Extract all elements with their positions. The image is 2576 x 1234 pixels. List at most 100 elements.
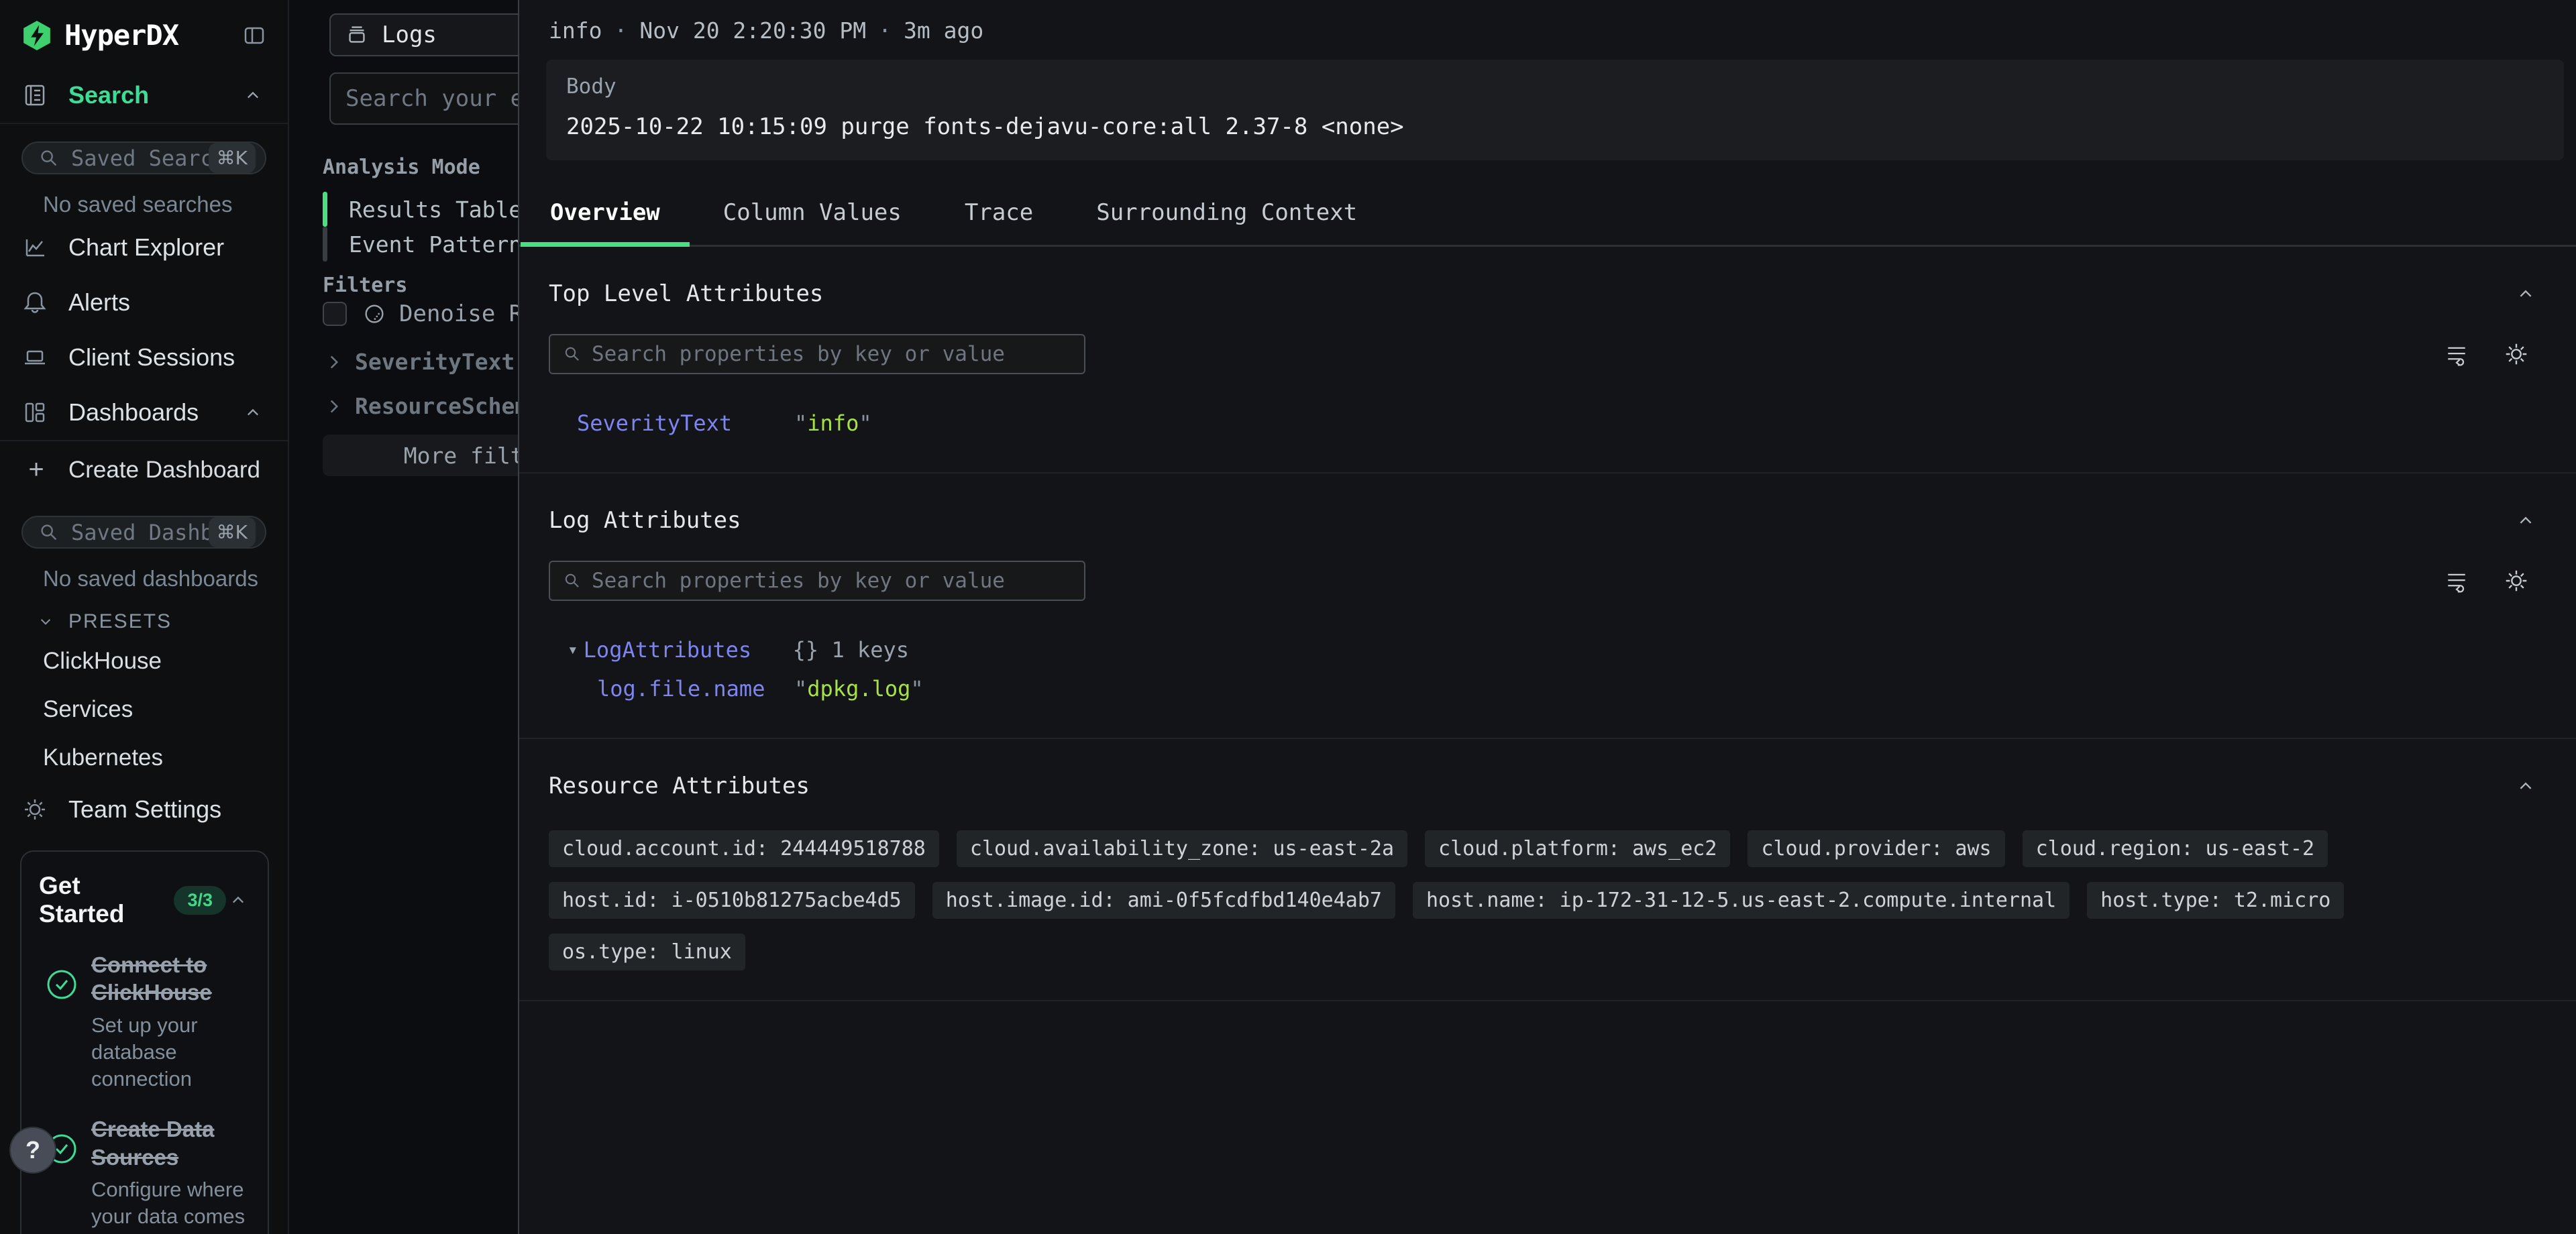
sidebar-item-client-sessions[interactable]: Client Sessions [0,330,288,385]
sidebar-item-search[interactable]: Search [0,68,288,123]
mode-event-patterns[interactable]: Event Patterns [323,227,518,262]
preset-item[interactable]: Kubernetes [0,734,288,782]
event-timestamp: Nov 20 2:20:30 PM [639,17,866,44]
chevron-right-icon [323,395,345,418]
get-started-item[interactable]: Connect to ClickHouse Set up your databa… [39,951,250,1092]
search-icon [38,521,60,544]
sidebar-item-label: Search [68,81,149,109]
mode-label: Event Patterns [349,231,518,258]
chevron-up-icon[interactable] [241,83,265,107]
wrap-lines-icon[interactable] [2443,567,2470,594]
get-started-item-subtitle: Set up your database connection [91,1012,250,1093]
saved-dashboards-placeholder: Saved Dashboards [71,520,209,545]
resource-attribute-chip[interactable]: os.type: linux [549,934,745,970]
body-label: Body [566,74,2544,99]
get-started-item-subtitle: Configure where your data comes from [91,1176,250,1234]
body-card: Body 2025-10-22 10:15:09 purge fonts-dej… [546,60,2564,160]
resource-attribute-chip[interactable]: cloud.platform: aws_ec2 [1425,830,1730,867]
sidebar-item-chart-explorer[interactable]: Chart Explorer [0,220,288,275]
braces-icon: {} [793,637,819,663]
resource-attribute-chip[interactable]: host.image.id: ami-0f5fcdfbd140e4ab7 [932,882,1395,919]
property-search-input[interactable]: Search properties by key or value [549,334,1085,374]
get-started-card: Get Started 3/3 Connect to ClickHouse Se… [20,850,269,1234]
chevron-down-icon [35,611,56,632]
get-started-progress-badge: 3/3 [174,886,226,915]
chevron-up-icon[interactable] [2513,773,2538,799]
filter-group-label: SeverityText [355,349,515,375]
tab-column-values[interactable]: Column Values [694,188,931,247]
attribute-key[interactable]: LogAttributes [584,637,793,663]
presets-list: ClickHouseServicesKubernetes [0,637,288,782]
wrap-lines-icon[interactable] [2443,341,2470,368]
attribute-value[interactable]: info [807,410,859,436]
detail-tabs: Overview Column Values Trace Surrounding… [519,188,2576,247]
preset-item[interactable]: Services [0,685,288,734]
more-filters-button[interactable]: More filters [323,435,518,476]
preset-item[interactable]: ClickHouse [0,637,288,685]
sidebar-item-label: Alerts [68,288,130,317]
attribute-key[interactable]: log.file.name [597,676,794,702]
tab-surrounding-context[interactable]: Surrounding Context [1067,188,1387,247]
chevron-up-icon[interactable] [241,400,265,425]
tab-trace[interactable]: Trace [935,188,1063,247]
property-search-placeholder: Search properties by key or value [592,569,1005,593]
sidebar-item-alerts[interactable]: Alerts [0,275,288,330]
section-resource-attributes: Resource Attributes cloud.account.id: 24… [519,739,2576,1001]
get-started-item[interactable]: Create Data Sources Configure where your… [39,1115,250,1234]
chevron-up-icon[interactable] [2513,508,2538,533]
filter-group-severitytext[interactable]: SeverityText [323,349,515,375]
attribute-key[interactable]: SeverityText [577,410,794,436]
attribute-tree-root[interactable]: ▾ LogAttributes {} 1 keys [549,630,2538,669]
resource-attribute-chip[interactable]: host.id: i-0510b81275acbe4d5 [549,882,915,919]
property-search-input[interactable]: Search properties by key or value [549,561,1085,601]
severity-text: info [549,17,602,44]
attribute-row[interactable]: log.file.name "dpkg.log" [549,669,2538,708]
help-button[interactable]: ? [11,1128,55,1172]
resource-attribute-chip[interactable]: host.name: ip-172-31-12-5.us-east-2.comp… [1413,882,2070,919]
chart-icon [21,234,51,261]
caret-down-icon[interactable]: ▾ [568,640,578,660]
saved-searches-input[interactable]: Saved Searches ⌘K [21,142,266,174]
attribute-value[interactable]: dpkg.log [807,676,910,702]
sidebar-item-label: Team Settings [68,795,221,824]
event-header: info·Nov 20 2:20:30 PM·3m ago [519,0,2576,44]
filter-group-resourceschemaurl[interactable]: ResourceSchemaUrl [323,393,518,419]
get-started-item-title: Connect to ClickHouse [91,951,250,1007]
denoise-checkbox[interactable] [323,302,347,326]
gear-icon[interactable] [2502,340,2530,368]
chevron-up-icon[interactable] [226,888,250,912]
gear-icon[interactable] [2502,567,2530,595]
tab-overview[interactable]: Overview [521,188,690,247]
search-icon [38,147,60,170]
presets-header[interactable]: PRESETS [0,594,288,637]
analysis-mode-label: Analysis Mode [323,156,480,179]
presets-label: PRESETS [68,610,172,633]
shortcut-badge: ⌘K [209,143,256,173]
property-search-placeholder: Search properties by key or value [592,342,1005,366]
chevron-up-icon[interactable] [2513,281,2538,306]
section-title: Resource Attributes [549,773,810,799]
resource-attribute-chip[interactable]: cloud.region: us-east-2 [2023,830,2328,867]
filters-label: Filters [323,274,407,297]
attribute-row[interactable]: SeverityText "info" [549,404,2538,443]
saved-dashboards-input[interactable]: Saved Dashboards ⌘K [21,516,266,549]
resource-attribute-chip[interactable]: cloud.account.id: 244449518788 [549,830,939,867]
no-saved-dashboards-text: No saved dashboards [0,549,288,594]
get-started-items: Connect to ClickHouse Set up your databa… [39,951,250,1234]
create-dashboard-button[interactable]: + Create Dashboard [0,441,288,498]
resource-attribute-chips: cloud.account.id: 244449518788 cloud.avai… [549,830,2467,970]
source-select[interactable]: Logs [329,13,518,56]
search-nav-icon [21,82,51,109]
source-select-label: Logs [382,21,437,48]
resource-attribute-chip[interactable]: host.type: t2.micro [2087,882,2344,919]
sidebar-item-dashboards[interactable]: Dashboards [0,385,288,440]
event-search-input[interactable] [329,72,518,125]
resource-attribute-chip[interactable]: cloud.provider: aws [1748,830,2004,867]
resource-attribute-chip[interactable]: cloud.availability_zone: us-east-2a [957,830,1407,867]
quote: " [910,676,923,702]
sidebar-collapse-icon[interactable] [241,22,268,49]
sidebar-item-label: Chart Explorer [68,233,224,262]
mode-results-table[interactable]: Results Table [323,192,518,227]
sidebar-item-team-settings[interactable]: Team Settings [0,782,288,837]
body-value[interactable]: 2025-10-22 10:15:09 purge fonts-dejavu-c… [566,113,2544,140]
